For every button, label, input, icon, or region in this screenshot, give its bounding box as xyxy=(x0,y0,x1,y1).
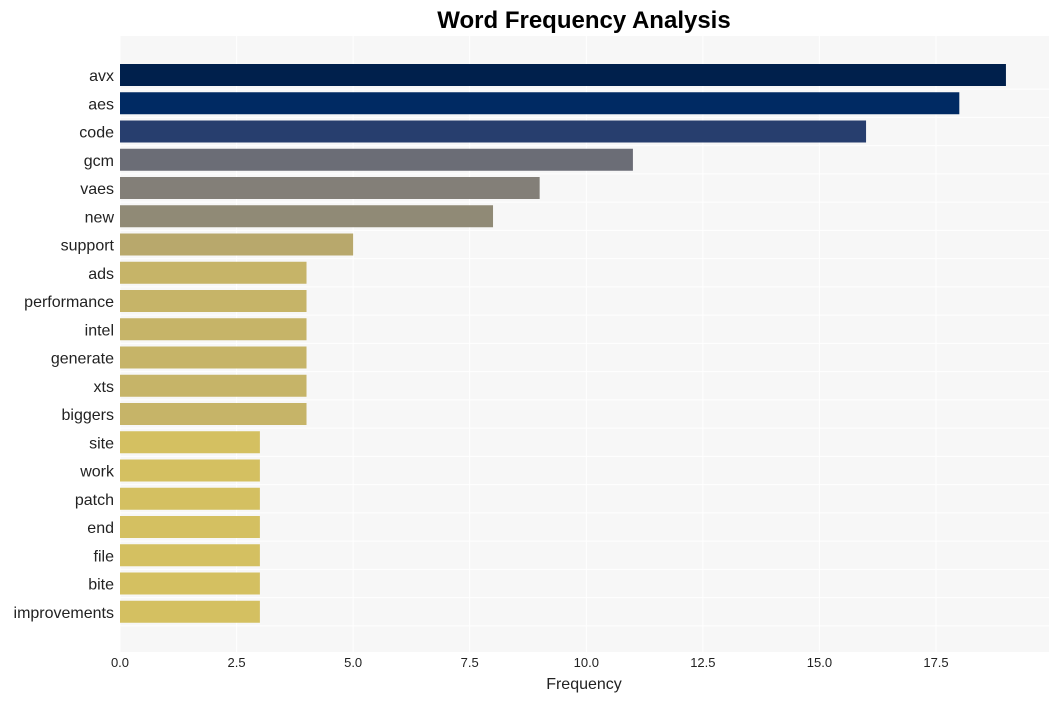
y-tick-label: site xyxy=(89,435,114,452)
chart-title: Word Frequency Analysis xyxy=(437,7,730,34)
bar-vaes xyxy=(120,177,540,199)
y-tick-label: end xyxy=(87,520,114,537)
bar-gcm xyxy=(120,148,633,171)
bar-chart: avx aes code gcm vaes new support ads performanc… xyxy=(14,7,1049,693)
x-tick-label: 5.0 xyxy=(344,655,362,670)
y-tick-label: biggers xyxy=(62,407,114,424)
x-tick-label: 2.5 xyxy=(228,655,246,670)
y-tick-label: xts xyxy=(94,379,114,396)
y-tick-label: vaes xyxy=(80,181,114,198)
bar-biggers xyxy=(120,403,307,425)
bar-aes xyxy=(120,92,960,115)
x-axis-ticks: 0.0 2.5 5.0 7.5 10.0 12.5 15.0 17.5 xyxy=(111,655,949,670)
bar-ads xyxy=(120,261,307,284)
bar-generate xyxy=(120,346,307,369)
bar-bite xyxy=(120,572,260,595)
y-tick-label: performance xyxy=(24,294,114,311)
x-tick-label: 7.5 xyxy=(461,655,479,670)
bar-performance xyxy=(120,290,307,312)
y-tick-label: file xyxy=(94,548,115,565)
bar-support xyxy=(120,233,354,256)
bar-xts xyxy=(120,374,307,397)
y-tick-label: ads xyxy=(88,266,114,283)
x-tick-label: 0.0 xyxy=(111,655,129,670)
y-tick-label: aes xyxy=(88,96,114,113)
bar-intel xyxy=(120,318,307,341)
y-tick-label: improvements xyxy=(14,605,114,622)
y-tick-label: work xyxy=(79,464,115,481)
y-tick-label: support xyxy=(61,238,115,255)
y-tick-label: gcm xyxy=(84,153,114,170)
x-tick-label: 10.0 xyxy=(574,655,599,670)
x-axis-label: Frequency xyxy=(546,676,622,693)
bar-work xyxy=(120,459,260,482)
bar-site xyxy=(120,431,260,454)
y-tick-label: generate xyxy=(51,351,114,368)
y-tick-label: new xyxy=(85,209,115,226)
x-tick-label: 17.5 xyxy=(923,655,948,670)
y-tick-label: code xyxy=(79,125,114,142)
bar-file xyxy=(120,544,260,567)
bar-code xyxy=(120,120,867,143)
bar-improvements xyxy=(120,600,260,623)
bar-end xyxy=(120,516,260,538)
y-tick-label: bite xyxy=(88,577,114,594)
bar-avx xyxy=(120,64,1006,86)
y-axis-labels: avx aes code gcm vaes new support ads performanc… xyxy=(14,68,115,622)
x-tick-label: 15.0 xyxy=(807,655,832,670)
y-tick-label: patch xyxy=(75,492,114,509)
x-tick-label: 12.5 xyxy=(690,655,715,670)
y-tick-label: intel xyxy=(85,322,114,339)
bar-patch xyxy=(120,487,260,510)
y-tick-label: avx xyxy=(89,68,114,85)
bar-new xyxy=(120,205,494,228)
